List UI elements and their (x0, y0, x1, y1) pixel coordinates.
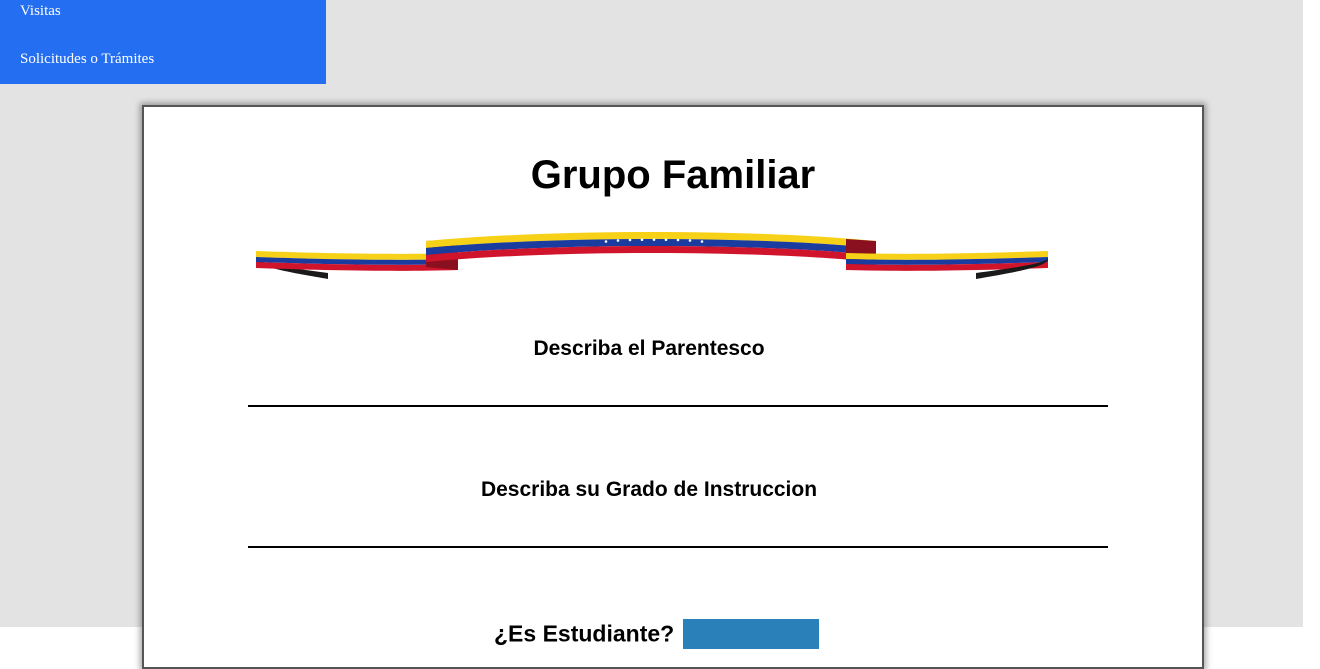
grado-instruccion-input[interactable] (248, 546, 1108, 548)
nav-item-visitas[interactable]: Visitas (20, 3, 61, 20)
nav-item-solicitudes[interactable]: Solicitudes o Trámites (20, 51, 154, 68)
estudiante-row: ¿Es Estudiante? (494, 619, 819, 649)
estudiante-label: ¿Es Estudiante? (494, 620, 675, 647)
form-title: Grupo Familiar (530, 153, 816, 197)
venezuela-flag-ribbon-icon (256, 232, 1048, 279)
nav-menu: Visitas Solicitudes o Trámites (0, 0, 326, 84)
parentesco-label: Describa el Parentesco (533, 337, 765, 360)
grado-instruccion-label: Describa su Grado de Instruccion (480, 478, 818, 501)
form-card: Grupo Familiar Describa el Parentesco De… (142, 105, 1204, 669)
estudiante-select[interactable] (682, 619, 819, 649)
parentesco-input[interactable] (248, 405, 1108, 407)
